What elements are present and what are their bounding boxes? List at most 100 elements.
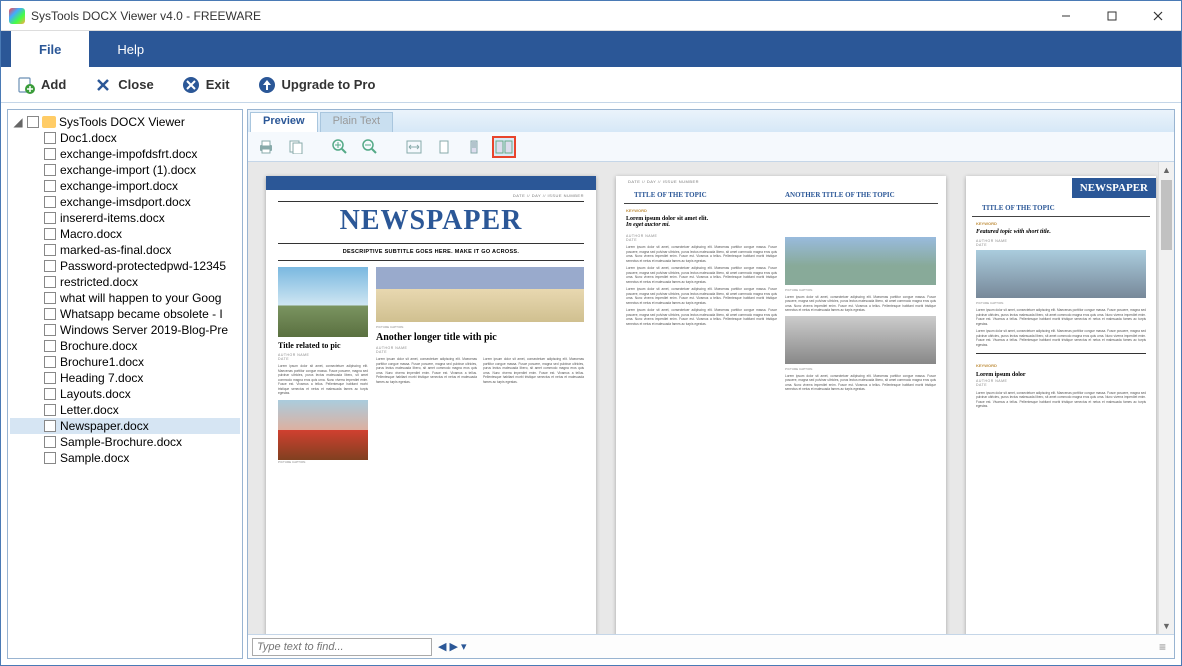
checkbox[interactable] (44, 276, 56, 288)
tree-item[interactable]: exchange-import.docx (10, 178, 240, 194)
checkbox[interactable] (44, 340, 56, 352)
tree-item[interactable]: exchange-import (1).docx (10, 162, 240, 178)
checkbox[interactable] (44, 388, 56, 400)
content-pane: Preview Plain Text DATE // DAY // ISSUE … (247, 109, 1175, 659)
tree-item-label: Sample-Brochure.docx (60, 435, 182, 449)
add-button[interactable]: Add (11, 72, 72, 98)
tree-item-label: Newspaper.docx (60, 419, 149, 433)
page-2: DATE // DAY // ISSUE NUMBER TITLE OF THE… (616, 176, 946, 634)
collapse-icon[interactable]: ◢ (12, 115, 24, 129)
file-tree[interactable]: ◢ SysTools DOCX Viewer Doc1.docxexchange… (7, 109, 243, 659)
tree-item[interactable]: Windows Server 2019-Blog-Pre (10, 322, 240, 338)
checkbox[interactable] (44, 420, 56, 432)
vertical-scrollbar[interactable]: ▲ ▼ (1158, 162, 1174, 634)
folder-icon (42, 116, 56, 128)
checkbox[interactable] (44, 356, 56, 368)
checkbox[interactable] (44, 436, 56, 448)
menu-file[interactable]: File (11, 31, 89, 67)
facing-pages-button[interactable] (492, 136, 516, 158)
app-logo-icon (9, 8, 25, 24)
article-image (278, 400, 368, 460)
options-icon[interactable]: ≡ (1159, 640, 1170, 654)
tree-item[interactable]: Brochure.docx (10, 338, 240, 354)
find-input[interactable] (252, 638, 432, 656)
tree-item-label: Brochure1.docx (60, 355, 144, 369)
close-window-button[interactable] (1135, 1, 1181, 30)
checkbox[interactable] (44, 196, 56, 208)
tree-item[interactable]: Macro.docx (10, 226, 240, 242)
tree-item-label: Password-protectedpwd-12345 (60, 259, 226, 273)
tree-item[interactable]: Letter.docx (10, 402, 240, 418)
tree-item[interactable]: insererd-items.docx (10, 210, 240, 226)
copy-button[interactable] (284, 136, 308, 158)
tree-item[interactable]: exchange-impofdsfrt.docx (10, 146, 240, 162)
find-dropdown-button[interactable]: ▾ (461, 640, 467, 653)
menubar: File Help (1, 31, 1181, 67)
article-image (785, 237, 936, 285)
close-icon (94, 76, 112, 94)
tree-item[interactable]: Brochure1.docx (10, 354, 240, 370)
main-split: ◢ SysTools DOCX Viewer Doc1.docxexchange… (1, 103, 1181, 665)
scroll-down-icon[interactable]: ▼ (1159, 618, 1174, 634)
checkbox[interactable] (44, 452, 56, 464)
page-viewer[interactable]: DATE // DAY // ISSUE NUMBER NEWSPAPER DE… (248, 162, 1174, 634)
fit-page-button[interactable] (432, 136, 456, 158)
tree-item[interactable]: Whatsapp became obsolete - I (10, 306, 240, 322)
exit-label: Exit (206, 77, 230, 92)
tree-item[interactable]: Password-protectedpwd-12345 (10, 258, 240, 274)
checkbox[interactable] (44, 212, 56, 224)
minimize-button[interactable] (1043, 1, 1089, 30)
checkbox[interactable] (44, 244, 56, 256)
tree-item[interactable]: Sample-Brochure.docx (10, 434, 240, 450)
article-image (376, 267, 584, 322)
article-image (278, 267, 368, 337)
scrollbar-thumb[interactable] (1161, 180, 1172, 250)
checkbox[interactable] (44, 260, 56, 272)
exit-button[interactable]: Exit (176, 72, 236, 98)
tree-item[interactable]: Doc1.docx (10, 130, 240, 146)
checkbox[interactable] (44, 228, 56, 240)
checkbox[interactable] (44, 324, 56, 336)
checkbox[interactable] (44, 180, 56, 192)
upgrade-button[interactable]: Upgrade to Pro (252, 72, 382, 98)
doc-meta: DATE // DAY // ISSUE NUMBER (266, 190, 596, 201)
maximize-button[interactable] (1089, 1, 1135, 30)
print-button[interactable] (254, 136, 278, 158)
checkbox[interactable] (44, 372, 56, 384)
checkbox[interactable] (44, 148, 56, 160)
find-next-button[interactable]: ▶ (449, 640, 457, 653)
tree-item-label: exchange-impofdsfrt.docx (60, 147, 197, 161)
close-button[interactable]: Close (88, 72, 159, 98)
scroll-up-icon[interactable]: ▲ (1159, 162, 1174, 178)
checkbox[interactable] (44, 404, 56, 416)
tree-item[interactable]: Heading 7.docx (10, 370, 240, 386)
tab-preview[interactable]: Preview (250, 112, 318, 132)
menu-help[interactable]: Help (89, 31, 172, 67)
tree-item-label: Windows Server 2019-Blog-Pre (60, 323, 228, 337)
viewer-toolbar (248, 132, 1174, 162)
close-label: Close (118, 77, 153, 92)
tree-item-label: exchange-import.docx (60, 179, 178, 193)
tree-item[interactable]: Layouts.docx (10, 386, 240, 402)
checkbox[interactable] (44, 308, 56, 320)
checkbox[interactable] (44, 292, 56, 304)
zoom-out-button[interactable] (358, 136, 382, 158)
tree-item[interactable]: Sample.docx (10, 450, 240, 466)
tree-item[interactable]: marked-as-final.docx (10, 242, 240, 258)
tree-item-label: exchange-import (1).docx (60, 163, 196, 177)
tree-item[interactable]: Newspaper.docx (10, 418, 240, 434)
tree-item-label: Whatsapp became obsolete - I (60, 307, 223, 321)
find-prev-button[interactable]: ◀ (438, 640, 446, 653)
tree-item[interactable]: what will happen to your Goog (10, 290, 240, 306)
tree-root[interactable]: ◢ SysTools DOCX Viewer (10, 114, 240, 130)
checkbox[interactable] (44, 132, 56, 144)
checkbox[interactable] (44, 164, 56, 176)
zoom-in-button[interactable] (328, 136, 352, 158)
fit-width-button[interactable] (402, 136, 426, 158)
tab-plain-text[interactable]: Plain Text (320, 112, 394, 132)
tree-item[interactable]: exchange-imsdport.docx (10, 194, 240, 210)
tree-item[interactable]: restricted.docx (10, 274, 240, 290)
tree-item-label: restricted.docx (60, 275, 138, 289)
single-page-button[interactable] (462, 136, 486, 158)
checkbox[interactable] (27, 116, 39, 128)
